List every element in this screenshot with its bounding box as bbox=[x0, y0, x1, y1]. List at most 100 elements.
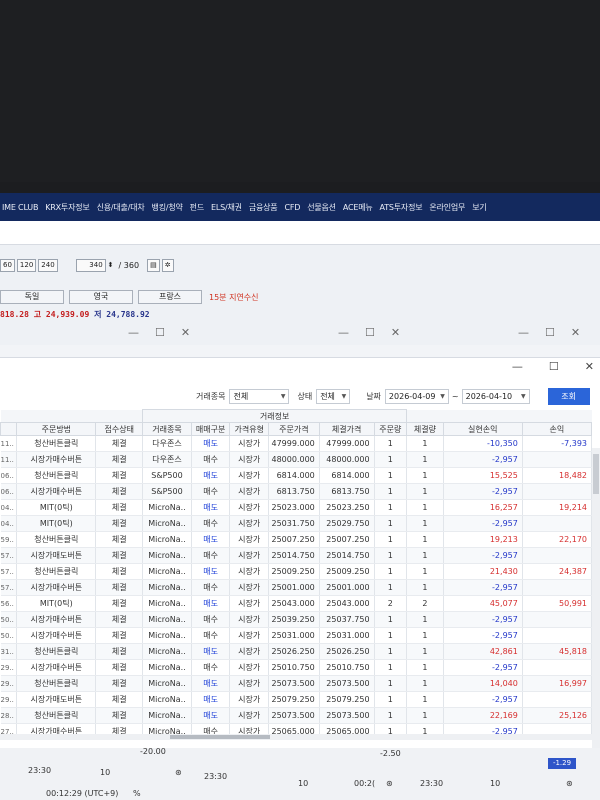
table-row[interactable]: 29.. 시장가매도버튼 체결 MicroNa.. 매도 시장가 25079.250 2507… bbox=[0, 691, 593, 708]
table-row[interactable]: 57.. 시장가매수버튼 체결 MicroNa.. 매수 시장가 25001.000 2500… bbox=[0, 579, 593, 596]
cell-pnl2 bbox=[522, 483, 593, 500]
trade-item-select[interactable]: 전체 ▼ bbox=[229, 388, 290, 404]
cell-method: 시장가매수버튼 bbox=[16, 627, 97, 644]
maximize-icon[interactable]: ☐ bbox=[155, 326, 165, 339]
close-icon[interactable]: ✕ bbox=[585, 360, 594, 373]
horizontal-scrollbar[interactable] bbox=[0, 734, 592, 740]
tab-germany[interactable]: 독일 bbox=[0, 290, 64, 304]
date-to-input[interactable]: 2026-04-10 ▼ bbox=[461, 388, 530, 404]
cell-pnl: -2,957 bbox=[443, 611, 523, 628]
period-240-button[interactable]: 240 bbox=[38, 258, 58, 272]
minimize-icon[interactable]: — bbox=[128, 326, 139, 339]
table-row[interactable]: 50.. 시장가매수버튼 체결 MicroNa.. 매수 시장가 25039.250 2503… bbox=[0, 611, 593, 628]
menu-item[interactable]: CFD bbox=[284, 203, 300, 212]
menu-item[interactable]: ACE메뉴 bbox=[343, 202, 373, 213]
cell-oq: 1 bbox=[374, 467, 408, 484]
horizontal-scrollbar-thumb[interactable] bbox=[170, 735, 270, 739]
period-60-button[interactable]: 60 bbox=[0, 258, 15, 272]
column-header[interactable]: 매매구분 bbox=[190, 422, 231, 436]
cell-item: S&P500 bbox=[142, 467, 192, 484]
table-row[interactable]: 11.. 시장가매수버튼 체결 다우존스 매수 시장가 48000.000 48000.000… bbox=[0, 451, 593, 468]
menu-item[interactable]: 뱅킹/청약 bbox=[152, 202, 183, 213]
cell-code: 29.. bbox=[0, 659, 18, 676]
menu-item[interactable]: ATS투자정보 bbox=[380, 202, 423, 213]
tab-france[interactable]: 프랑스 bbox=[138, 290, 202, 304]
column-header[interactable]: 주문량 bbox=[373, 422, 408, 436]
column-header[interactable]: 거래종목 bbox=[142, 422, 192, 436]
menu-item[interactable]: 금융상품 bbox=[249, 202, 278, 213]
menu-item[interactable]: KRX투자정보 bbox=[45, 202, 90, 213]
date-from-input[interactable]: 2026-04-09 ▼ bbox=[384, 388, 449, 404]
minimize-icon[interactable]: — bbox=[338, 326, 349, 339]
table-row[interactable]: 50.. 시장가매수버튼 체결 MicroNa.. 매수 시장가 25031.000 2503… bbox=[0, 627, 593, 644]
table-row[interactable]: 29.. 청산버튼클릭 체결 MicroNa.. 매도 시장가 25073.500 25073… bbox=[0, 675, 593, 692]
minimize-icon[interactable]: — bbox=[518, 326, 529, 339]
trade-table-wrapper: 거래정보 주문방법 접수상태 거래종목 매매구분 가격유형 주문가격 체결가격 주문량 체결량 실… bbox=[0, 409, 593, 740]
table-row[interactable]: 31.. 청산버튼클릭 체결 MicroNa.. 매도 시장가 25026.250 25026… bbox=[0, 643, 593, 660]
table-row[interactable]: 57.. 시장가매도버튼 체결 MicroNa.. 매수 시장가 25014.750 2501… bbox=[0, 547, 593, 564]
menu-item[interactable]: 보기 bbox=[472, 202, 487, 213]
cell-pnl: -2,957 bbox=[443, 659, 523, 676]
column-header[interactable]: 손익 bbox=[521, 422, 593, 436]
cell-method: 시장가매도버튼 bbox=[16, 691, 97, 708]
period-120-button[interactable]: 120 bbox=[16, 258, 37, 272]
column-header[interactable]: 접수상태 bbox=[95, 422, 144, 436]
cell-pnl: 22,169 bbox=[443, 707, 523, 724]
bar-count-stepper-icon[interactable]: ⬍ bbox=[108, 261, 114, 269]
settings-icon[interactable]: ✲ bbox=[161, 258, 174, 272]
menu-item[interactable]: 펀드 bbox=[190, 202, 205, 213]
table-row[interactable]: 04.. MIT(0틱) 체결 MicroNa.. 매도 시장가 25023.000 2502… bbox=[0, 499, 593, 516]
cell-order: 47999.000 bbox=[268, 435, 320, 452]
menu-item[interactable]: ELS/채권 bbox=[211, 202, 242, 213]
table-row[interactable]: 28.. 청산버튼클릭 체결 MicroNa.. 매도 시장가 25073.500 25073… bbox=[0, 707, 593, 724]
table-row[interactable]: 57.. 청산버튼클릭 체결 MicroNa.. 매도 시장가 25009.250 25009… bbox=[0, 563, 593, 580]
target-icon[interactable]: ⊛ bbox=[175, 768, 182, 777]
close-icon[interactable]: ✕ bbox=[391, 326, 400, 339]
cell-code: 29.. bbox=[0, 691, 18, 708]
table-row[interactable]: 56.. MIT(0틱) 체결 MicroNa.. 매도 시장가 25043.000 2504… bbox=[0, 595, 593, 612]
menu-item[interactable]: 온라인업무 bbox=[429, 202, 465, 213]
vertical-scrollbar[interactable] bbox=[592, 448, 600, 748]
group-header: 거래정보 bbox=[142, 409, 408, 423]
target-icon[interactable]: ⊛ bbox=[566, 779, 573, 788]
table-row[interactable]: 06.. 시장가매수버튼 체결 S&P500 매수 시장가 6813.750 6813.750… bbox=[0, 483, 593, 500]
vertical-scrollbar-thumb[interactable] bbox=[593, 454, 599, 494]
table-row[interactable]: 59.. 청산버튼클릭 체결 MicroNa.. 매도 시장가 25007.250 25007… bbox=[0, 531, 593, 548]
close-icon[interactable]: ✕ bbox=[181, 326, 190, 339]
cell-order: 6814.000 bbox=[268, 467, 320, 484]
cell-pnl: 15,525 bbox=[443, 467, 523, 484]
cell-pnl2 bbox=[522, 547, 593, 564]
cell-item: MicroNa.. bbox=[142, 515, 192, 532]
close-icon[interactable]: ✕ bbox=[571, 326, 580, 339]
status-select[interactable]: 전체 ▼ bbox=[316, 388, 351, 404]
target-icon[interactable]: ⊛ bbox=[386, 779, 393, 788]
column-header[interactable]: 주문방법 bbox=[16, 422, 97, 436]
menu-item[interactable]: 선물옵션 bbox=[307, 202, 336, 213]
bar-count-input[interactable]: 340 bbox=[75, 258, 106, 272]
column-header[interactable]: 가격유형 bbox=[229, 422, 269, 436]
cell-fill: 25037.750 bbox=[319, 611, 375, 628]
index-low: 저 24,788.92 bbox=[94, 310, 150, 319]
menu-item[interactable]: IME CLUB bbox=[2, 203, 38, 212]
cell-order: 25031.000 bbox=[268, 627, 320, 644]
calendar-icon[interactable]: ▤ bbox=[147, 258, 160, 272]
menu-item[interactable]: 신용/대출/대차 bbox=[97, 202, 145, 213]
cell-side: 매도 bbox=[191, 531, 231, 548]
query-button[interactable]: 조회 bbox=[547, 387, 590, 405]
column-header[interactable]: 주문가격 bbox=[268, 422, 320, 436]
table-row[interactable]: 29.. 시장가매수버튼 체결 MicroNa.. 매수 시장가 25010.750 2501… bbox=[0, 659, 593, 676]
maximize-icon[interactable]: ☐ bbox=[545, 326, 555, 339]
cell-method: 시장가매수버튼 bbox=[16, 611, 97, 628]
column-header[interactable]: 실현손익 bbox=[442, 422, 523, 436]
column-header[interactable]: 체결량 bbox=[406, 422, 444, 436]
column-header[interactable]: 체결가격 bbox=[318, 422, 375, 436]
cell-order: 25031.750 bbox=[268, 515, 320, 532]
table-row[interactable]: 06.. 청산버튼클릭 체결 S&P500 매도 시장가 6814.000 6814.000 1… bbox=[0, 467, 593, 484]
cell-code: 31.. bbox=[0, 643, 18, 660]
tab-uk[interactable]: 영국 bbox=[69, 290, 133, 304]
table-row[interactable]: 04.. MIT(0틱) 체결 MicroNa.. 매수 시장가 25031.750 2502… bbox=[0, 515, 593, 532]
minimize-icon[interactable]: — bbox=[512, 360, 523, 373]
table-row[interactable]: 11.. 청산버튼클릭 체결 다우존스 매도 시장가 47999.000 47999.000 1… bbox=[0, 435, 593, 452]
maximize-icon[interactable]: ☐ bbox=[549, 360, 559, 373]
maximize-icon[interactable]: ☐ bbox=[365, 326, 375, 339]
